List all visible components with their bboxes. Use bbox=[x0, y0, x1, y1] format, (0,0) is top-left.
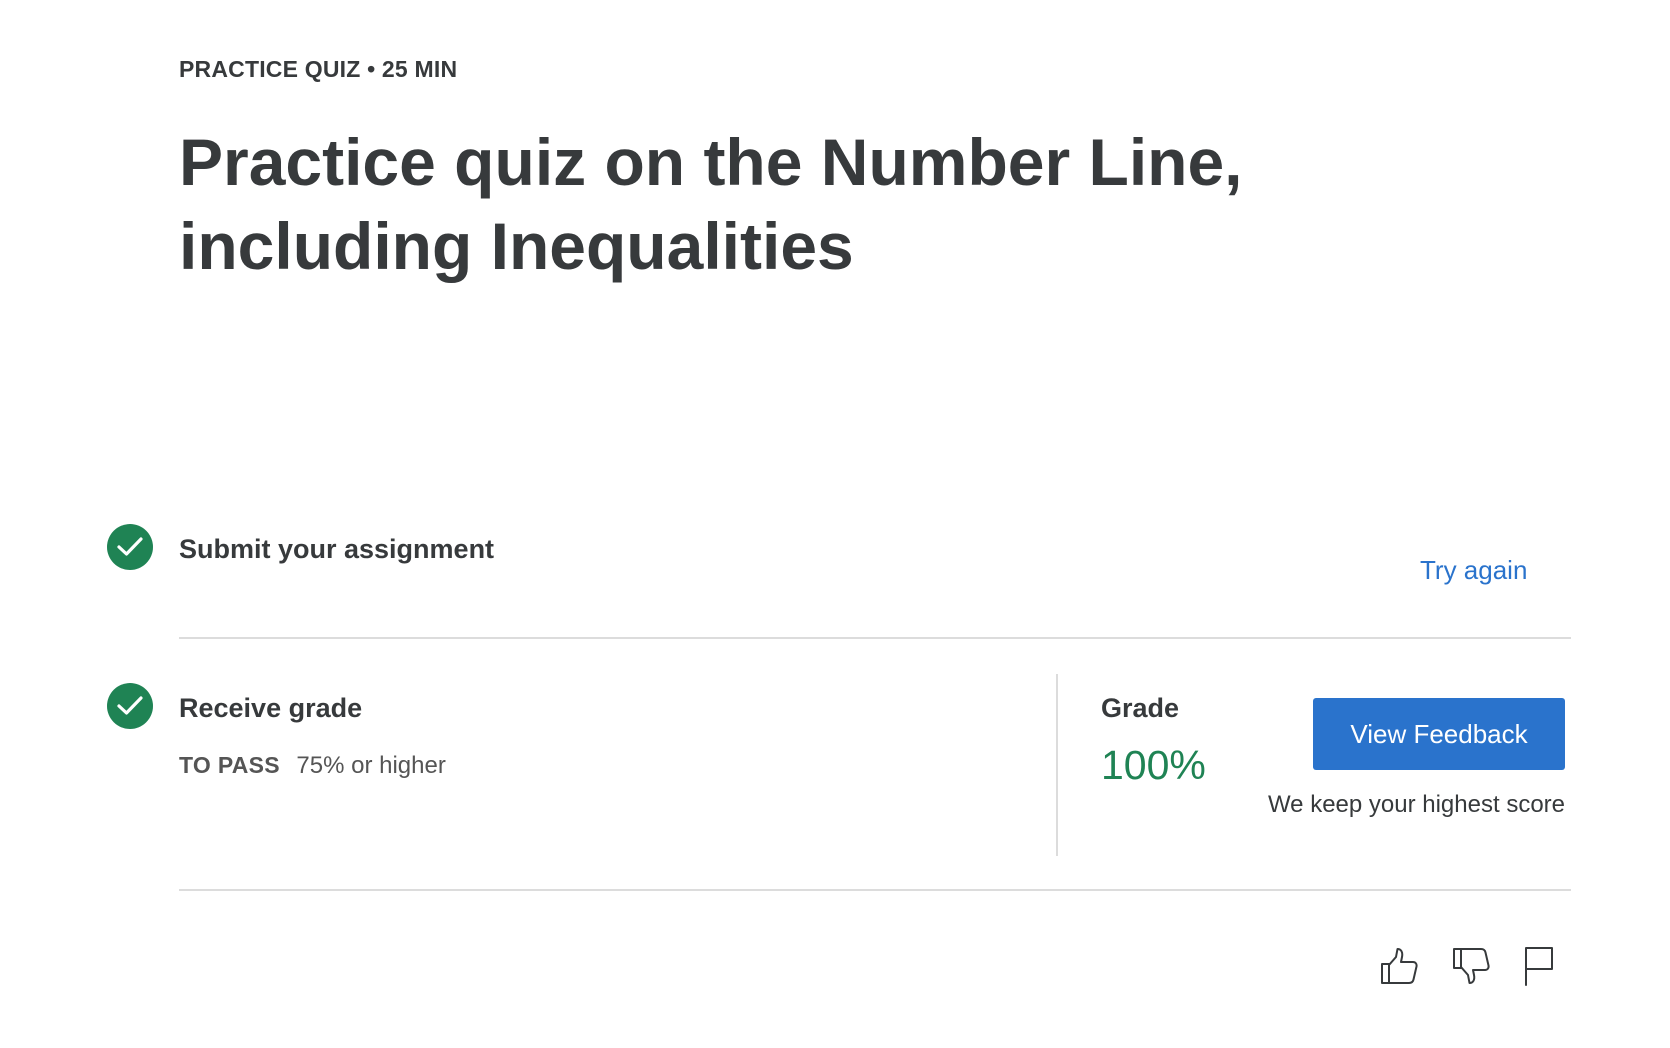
grade-value: 100% bbox=[1101, 742, 1206, 788]
divider bbox=[179, 637, 1571, 639]
submit-step-title: Submit your assignment bbox=[179, 534, 495, 564]
view-feedback-button[interactable]: View Feedback bbox=[1313, 698, 1565, 770]
to-pass-label: TO PASS bbox=[179, 752, 280, 778]
thumbs-up-icon[interactable] bbox=[1378, 945, 1420, 992]
check-circle-icon bbox=[107, 524, 153, 570]
item-meta: PRACTICE QUIZ • 25 MIN bbox=[179, 56, 458, 82]
flag-icon[interactable] bbox=[1522, 945, 1556, 992]
divider bbox=[179, 889, 1571, 891]
pass-requirement: TO PASS 75% or higher bbox=[179, 752, 446, 780]
feedback-actions bbox=[1378, 945, 1556, 992]
grade-label: Grade bbox=[1101, 693, 1180, 723]
page-title: Practice quiz on the Number Line, includ… bbox=[179, 125, 1243, 283]
check-circle-icon bbox=[107, 683, 153, 729]
to-pass-value: 75% or higher bbox=[296, 752, 446, 779]
receive-grade-title: Receive grade bbox=[179, 693, 363, 723]
thumbs-down-icon[interactable] bbox=[1450, 945, 1492, 992]
vertical-divider bbox=[1056, 674, 1058, 856]
try-again-link[interactable]: Try again bbox=[1420, 555, 1527, 586]
highest-score-note: We keep your highest score bbox=[1267, 791, 1565, 818]
